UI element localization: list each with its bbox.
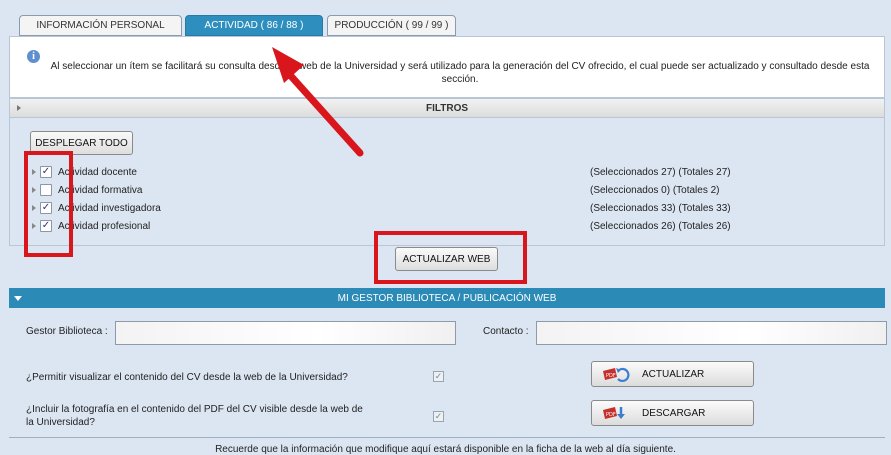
collapse-triangle-icon	[14, 296, 22, 301]
highlight-update-button	[374, 231, 527, 284]
pdf-refresh-icon: PDF	[603, 367, 630, 382]
filters-title: FILTROS	[425, 102, 469, 114]
update-button-label: ACTUALIZAR	[642, 369, 705, 380]
filter-row-label: Actividad investigadora	[58, 203, 161, 214]
tab-label: INFORMACIÓN PERSONAL	[36, 20, 165, 31]
library-title: MI GESTOR BIBLIOTECA / PUBLICACIÓN WEB	[337, 292, 557, 304]
tab-produccion[interactable]: PRODUCCIÓN ( 99 / 99 )	[327, 15, 456, 36]
photo-checkbox[interactable]: ✓	[433, 411, 444, 422]
filter-row-count: (Seleccionados 0) (Totales 2)	[590, 185, 720, 196]
highlight-checkboxes	[24, 151, 73, 257]
tab-label: PRODUCCIÓN ( 99 / 99 )	[334, 20, 449, 31]
svg-text:PDF: PDF	[606, 412, 616, 418]
contacto-field[interactable]	[536, 321, 887, 345]
footer-note: Recuerde que la información que modifiqu…	[215, 444, 676, 455]
red-arrow-icon	[272, 47, 364, 157]
gestor-label: Gestor Biblioteca :	[26, 326, 108, 337]
expand-triangle-icon	[17, 105, 21, 111]
tab-label: ACTIVIDAD ( 86 / 88 )	[204, 20, 304, 31]
contacto-label: Contacto :	[483, 326, 529, 337]
tab-actividad[interactable]: ACTIVIDAD ( 86 / 88 )	[185, 15, 323, 36]
library-header[interactable]: MI GESTOR BIBLIOTECA / PUBLICACIÓN WEB	[9, 288, 885, 308]
footer-divider	[9, 437, 885, 438]
update-button[interactable]: PDF ACTUALIZAR	[591, 361, 754, 387]
filters-header[interactable]: FILTROS	[9, 98, 885, 118]
question-photo: ¿Incluir la fotografía en el contenido d…	[26, 404, 363, 428]
filter-row-count: (Seleccionados 27) (Totales 27)	[590, 167, 731, 178]
pdf-download-icon: PDF	[603, 407, 625, 419]
expand-all-label: DESPLEGAR TODO	[35, 137, 128, 149]
svg-text:PDF: PDF	[606, 373, 616, 379]
question-visualize: ¿Permitir visualizar el contenido del CV…	[26, 372, 348, 383]
info-text: Al seleccionar un ítem se facilitará su …	[50, 61, 870, 85]
tab-informacion-personal[interactable]: INFORMACIÓN PERSONAL	[19, 15, 182, 36]
visualize-checkbox[interactable]: ✓	[433, 371, 444, 382]
download-button[interactable]: PDF DESCARGAR	[591, 400, 754, 426]
gestor-field[interactable]	[115, 321, 456, 345]
download-button-label: DESCARGAR	[642, 408, 706, 419]
info-icon: i	[27, 50, 40, 63]
filter-row-count: (Seleccionados 26) (Totales 26)	[590, 221, 731, 232]
filter-row-count: (Seleccionados 33) (Totales 33)	[590, 203, 731, 214]
